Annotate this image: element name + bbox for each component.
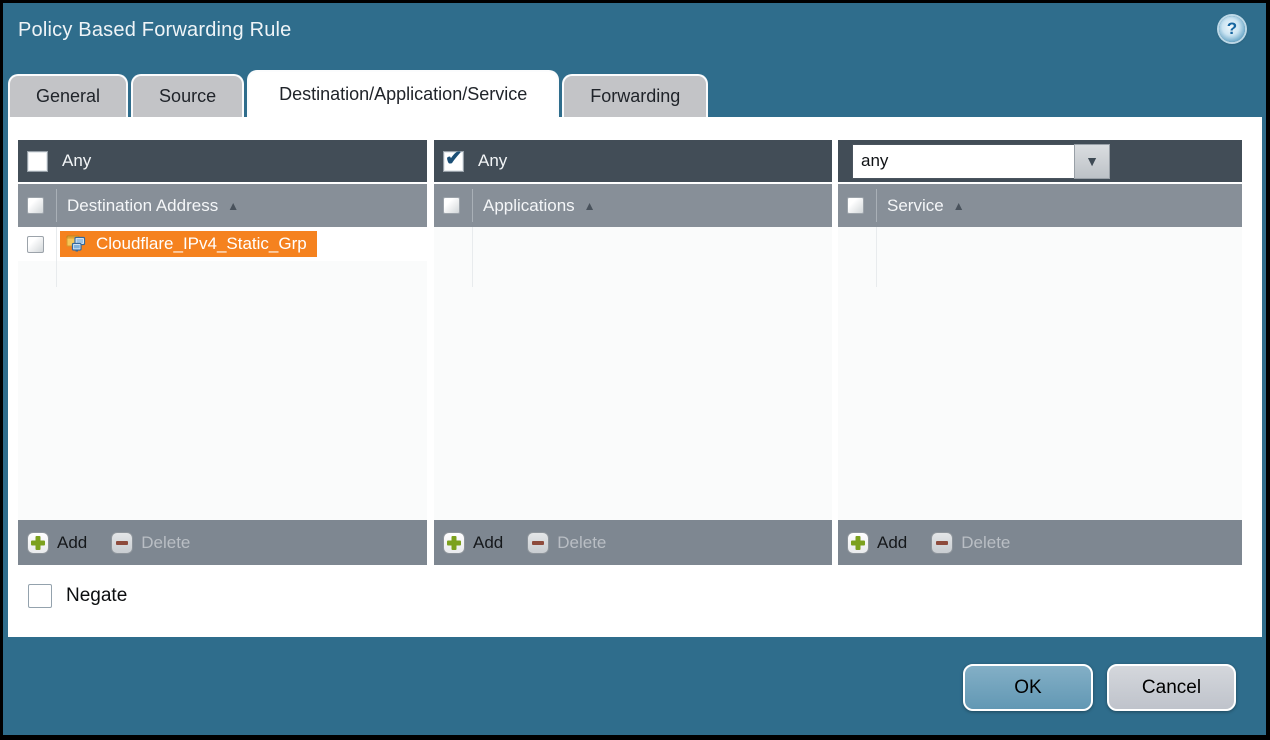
ok-button[interactable]: OK <box>963 664 1093 711</box>
sort-asc-icon <box>227 197 239 215</box>
add-plus-icon <box>847 532 869 554</box>
list-column-line <box>472 227 473 287</box>
add-label: Add <box>57 533 87 553</box>
header-divider <box>56 189 57 222</box>
tab-destination-application-service[interactable]: Destination/Application/Service <box>247 70 559 117</box>
cancel-button[interactable]: Cancel <box>1107 664 1236 711</box>
tab-content: Any Destination Address <box>8 117 1262 637</box>
applications-select-all-checkbox[interactable] <box>443 197 460 214</box>
destination-any-bar: Any <box>18 140 427 182</box>
destination-footer-bar: Add Delete <box>18 520 427 565</box>
delete-label: Delete <box>141 533 190 553</box>
applications-any-label: Any <box>478 151 507 171</box>
list-column-line <box>876 227 877 287</box>
service-select-all-checkbox[interactable] <box>847 197 864 214</box>
applications-panel: Any Applications Add Delete <box>434 140 832 565</box>
tab-general[interactable]: General <box>8 74 128 117</box>
add-label: Add <box>877 533 907 553</box>
destination-address-row[interactable]: Cloudflare_IPv4_Static_Grp <box>18 227 427 261</box>
service-delete-button[interactable]: Delete <box>931 532 1010 554</box>
selected-address-chip[interactable]: Cloudflare_IPv4_Static_Grp <box>60 231 317 257</box>
dialog-title: Policy Based Forwarding Rule <box>18 19 292 42</box>
address-group-icon <box>66 234 88 254</box>
service-panel: Service Add Delete <box>838 140 1242 565</box>
destination-address-header-label: Destination Address <box>67 196 218 216</box>
destination-delete-button[interactable]: Delete <box>111 532 190 554</box>
applications-list <box>434 227 832 520</box>
delete-minus-icon <box>931 532 953 554</box>
destination-add-button[interactable]: Add <box>27 532 87 554</box>
header-divider <box>472 189 473 222</box>
add-label: Add <box>473 533 503 553</box>
help-icon[interactable] <box>1219 16 1245 42</box>
applications-footer-bar: Add Delete <box>434 520 832 565</box>
destination-select-all-checkbox[interactable] <box>27 197 44 214</box>
applications-column-header[interactable]: Applications <box>434 184 832 227</box>
applications-add-button[interactable]: Add <box>443 532 503 554</box>
destination-address-list: Cloudflare_IPv4_Static_Grp <box>18 227 427 520</box>
service-add-button[interactable]: Add <box>847 532 907 554</box>
service-column-header[interactable]: Service <box>838 184 1242 227</box>
header-divider <box>876 189 877 222</box>
policy-forwarding-dialog: Policy Based Forwarding Rule General Sou… <box>0 0 1270 740</box>
delete-minus-icon <box>527 532 549 554</box>
applications-any-bar: Any <box>434 140 832 182</box>
destination-any-label: Any <box>62 151 91 171</box>
tab-forwarding[interactable]: Forwarding <box>562 74 708 117</box>
negate-row: Negate <box>28 584 127 608</box>
service-dropdown-input[interactable] <box>852 144 1074 179</box>
delete-minus-icon <box>111 532 133 554</box>
service-any-bar <box>838 140 1242 182</box>
list-column-line <box>56 227 57 287</box>
delete-label: Delete <box>961 533 1010 553</box>
row-checkbox[interactable] <box>27 236 44 253</box>
destination-address-panel: Any Destination Address <box>18 140 427 565</box>
negate-label: Negate <box>66 585 127 607</box>
add-plus-icon <box>27 532 49 554</box>
service-list <box>838 227 1242 520</box>
sort-asc-icon <box>584 197 596 215</box>
sort-asc-icon <box>953 197 965 215</box>
applications-delete-button[interactable]: Delete <box>527 532 606 554</box>
delete-label: Delete <box>557 533 606 553</box>
add-plus-icon <box>443 532 465 554</box>
tab-bar: General Source Destination/Application/S… <box>8 70 711 117</box>
destination-address-column-header[interactable]: Destination Address <box>18 184 427 227</box>
negate-checkbox[interactable] <box>28 584 52 608</box>
service-combobox <box>852 144 1110 179</box>
destination-any-checkbox[interactable] <box>27 151 48 172</box>
applications-any-checkbox[interactable] <box>443 151 464 172</box>
service-footer-bar: Add Delete <box>838 520 1242 565</box>
dropdown-arrow-button[interactable] <box>1074 144 1110 179</box>
service-header-label: Service <box>887 196 944 216</box>
address-group-name: Cloudflare_IPv4_Static_Grp <box>96 234 307 254</box>
tab-source[interactable]: Source <box>131 74 244 117</box>
applications-header-label: Applications <box>483 196 575 216</box>
